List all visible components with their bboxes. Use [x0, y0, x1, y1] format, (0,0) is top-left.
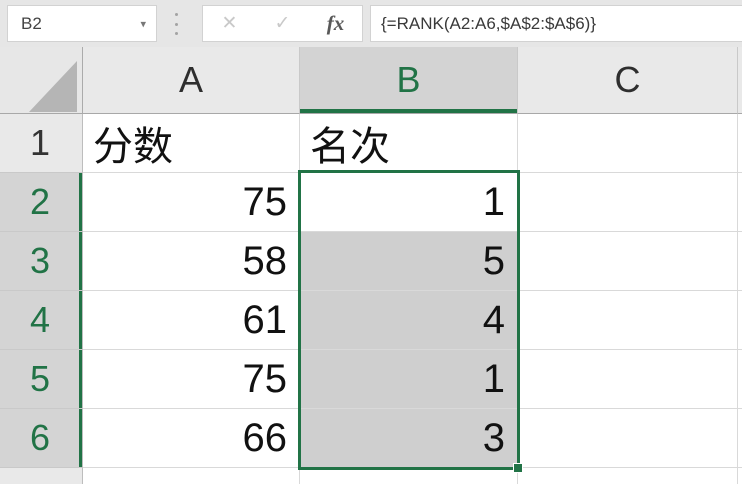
cell-c3[interactable] [518, 232, 738, 291]
cell-c1[interactable] [518, 114, 738, 173]
formula-text: {=RANK(A2:A6,$A$2:$A$6)} [381, 14, 596, 34]
cell-b5[interactable]: 1 [300, 350, 518, 409]
excel-window: B2 ▾ ✕ ✓ fx {=RANK(A2:A6,$A$2:$A$6)} A B… [0, 0, 742, 484]
select-all-triangle-icon [29, 61, 77, 112]
column-header-a[interactable]: A [83, 47, 300, 114]
column-header-d-sliver [738, 47, 742, 114]
column-header-c[interactable]: C [518, 47, 738, 114]
select-all-button[interactable] [0, 47, 83, 114]
formula-bar[interactable]: {=RANK(A2:A6,$A$2:$A$6)} [370, 5, 742, 42]
cell-b3[interactable]: 5 [300, 232, 518, 291]
cell-a1[interactable]: 分数 [83, 114, 300, 173]
cell-c2[interactable] [518, 173, 738, 232]
cell-b4[interactable]: 4 [300, 291, 518, 350]
cell-c7-partial[interactable] [518, 468, 738, 484]
formula-toolbar: B2 ▾ ✕ ✓ fx {=RANK(A2:A6,$A$2:$A$6)} [0, 0, 742, 47]
row-header-5[interactable]: 5 [0, 350, 83, 409]
cell-b6[interactable]: 3 [300, 409, 518, 468]
cell-a2[interactable]: 75 [83, 173, 300, 232]
row-header-7-partial[interactable] [0, 468, 83, 484]
row-header-1[interactable]: 1 [0, 114, 83, 173]
toolbar-drag-handle-icon[interactable] [172, 13, 180, 35]
cell-b1[interactable]: 名次 [300, 114, 518, 173]
cell-b2-active[interactable]: 1 [300, 173, 518, 232]
enter-icon[interactable]: ✓ [256, 12, 309, 35]
name-box-value: B2 [21, 14, 42, 34]
cell-c5[interactable] [518, 350, 738, 409]
spreadsheet-grid: A B C 1 分数 名次 2 75 1 3 58 5 4 61 4 5 75 … [0, 47, 742, 484]
cell-c6[interactable] [518, 409, 738, 468]
cell-a6[interactable]: 66 [83, 409, 300, 468]
name-box[interactable]: B2 ▾ [7, 5, 157, 42]
row-header-4[interactable]: 4 [0, 291, 83, 350]
cell-a5[interactable]: 75 [83, 350, 300, 409]
column-header-b[interactable]: B [300, 47, 518, 114]
row-header-6[interactable]: 6 [0, 409, 83, 468]
cell-a4[interactable]: 61 [83, 291, 300, 350]
cell-c4[interactable] [518, 291, 738, 350]
cell-a7-partial[interactable] [83, 468, 300, 484]
insert-function-icon[interactable]: fx [309, 11, 362, 36]
cell-b7-partial[interactable] [300, 468, 518, 484]
row-header-2[interactable]: 2 [0, 173, 83, 232]
row-header-3[interactable]: 3 [0, 232, 83, 291]
fill-handle[interactable] [513, 463, 523, 473]
cell-a3[interactable]: 58 [83, 232, 300, 291]
cancel-icon[interactable]: ✕ [203, 12, 256, 35]
name-box-dropdown-icon[interactable]: ▾ [140, 17, 146, 30]
formula-buttons: ✕ ✓ fx [202, 5, 363, 42]
